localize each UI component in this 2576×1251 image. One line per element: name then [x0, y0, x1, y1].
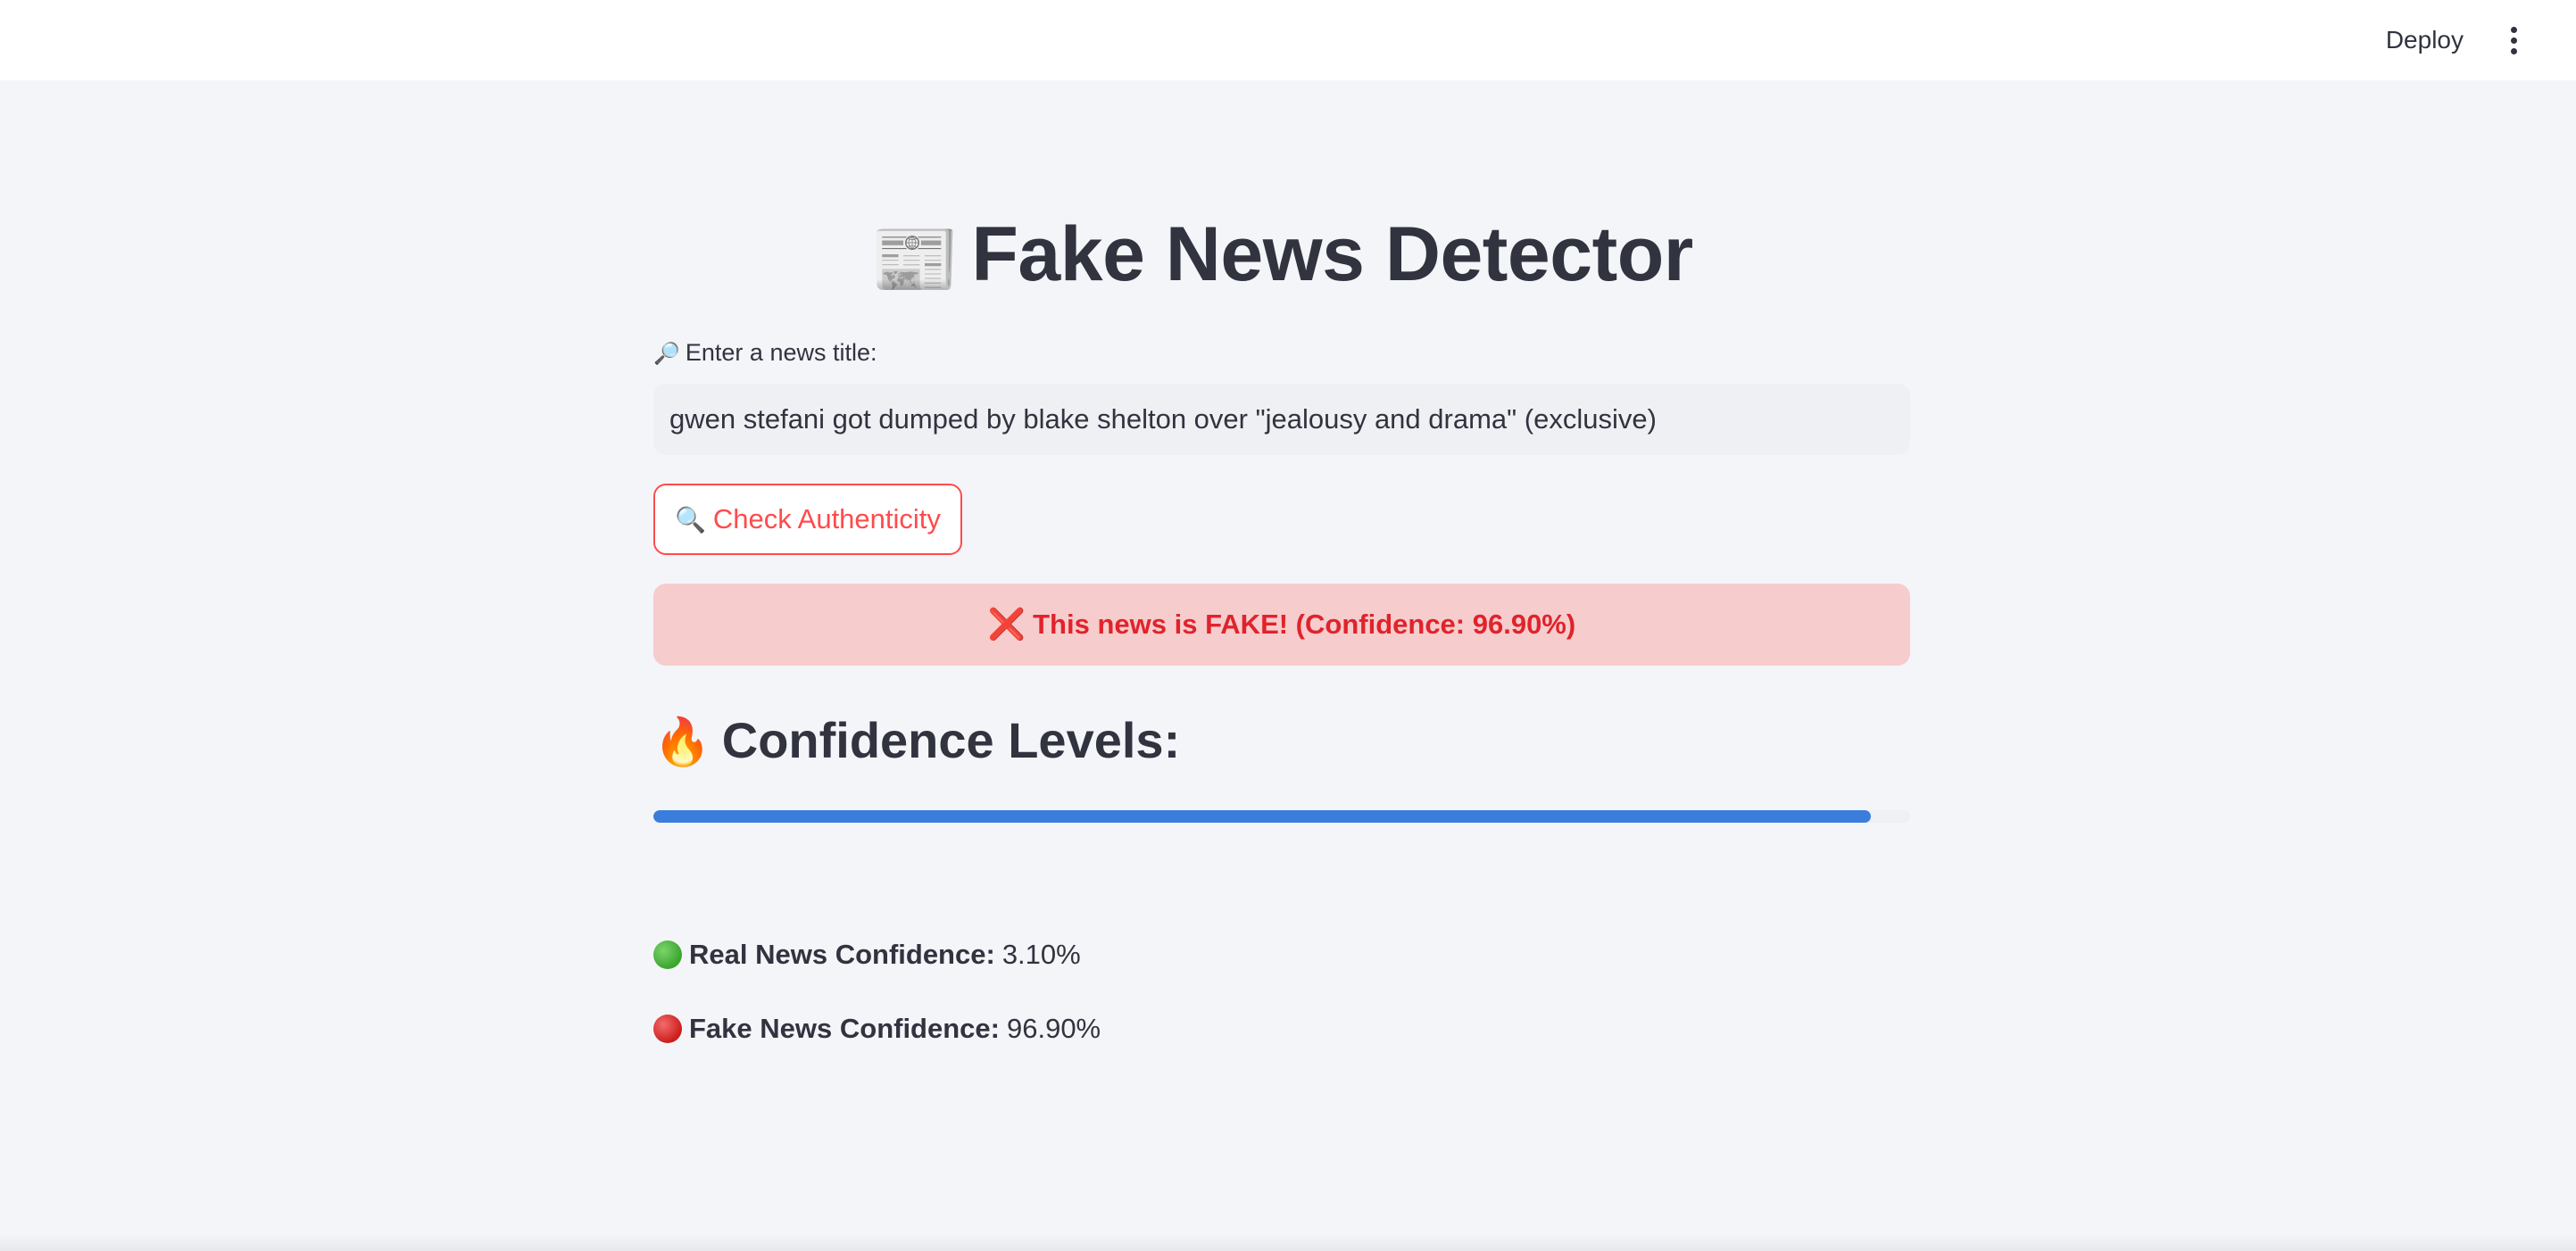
deploy-button[interactable]: Deploy — [2372, 18, 2478, 62]
news-title-label: 🔎 Enter a news title: — [653, 339, 877, 367]
menu-dot — [2510, 26, 2517, 33]
result-text: This news is FAKE! (Confidence: 96.90%) — [1033, 609, 1576, 640]
confidence-heading: 🔥 Confidence Levels: — [653, 705, 1180, 778]
red-circle-icon — [653, 1015, 682, 1043]
green-circle-icon — [653, 940, 682, 969]
fire-icon: 🔥 — [653, 717, 711, 768]
search-icon: 🔍 — [675, 505, 706, 534]
fake-news-confidence: Fake News Confidence: 96.90% — [653, 1013, 1101, 1045]
real-news-value: 3.10% — [1001, 939, 1081, 970]
real-news-label: Real News Confidence: — [689, 939, 995, 970]
more-vertical-icon[interactable] — [2506, 22, 2521, 58]
confidence-progress-bar — [653, 810, 1910, 823]
check-authenticity-button[interactable]: 🔍 Check Authenticity — [653, 484, 962, 555]
news-title-input[interactable] — [653, 384, 1910, 455]
check-authenticity-label: Check Authenticity — [712, 503, 941, 534]
bottom-shadow — [0, 1233, 2576, 1251]
page-title-text: Fake News Detector — [971, 211, 1693, 297]
real-news-confidence: Real News Confidence: 3.10% — [653, 939, 1081, 971]
newspaper-icon: 📰 — [870, 220, 960, 300]
menu-dot — [2510, 47, 2517, 54]
confidence-heading-text: Confidence Levels: — [721, 712, 1181, 768]
magnifier-icon: 🔎 — [653, 342, 680, 366]
result-alert: ❌ This news is FAKE! (Confidence: 96.90%) — [653, 584, 1910, 666]
news-title-label-text: Enter a news title: — [685, 339, 877, 366]
top-bar: Deploy — [0, 0, 2576, 80]
fake-news-value: 96.90% — [1006, 1013, 1101, 1044]
cross-icon: ❌ — [987, 608, 1026, 642]
page-title: 📰 Fake News Detector — [653, 205, 1910, 309]
news-title-field — [653, 384, 1910, 455]
fake-news-label: Fake News Confidence: — [689, 1013, 1000, 1044]
confidence-progress-fill — [653, 810, 1872, 823]
menu-dot — [2510, 37, 2517, 44]
